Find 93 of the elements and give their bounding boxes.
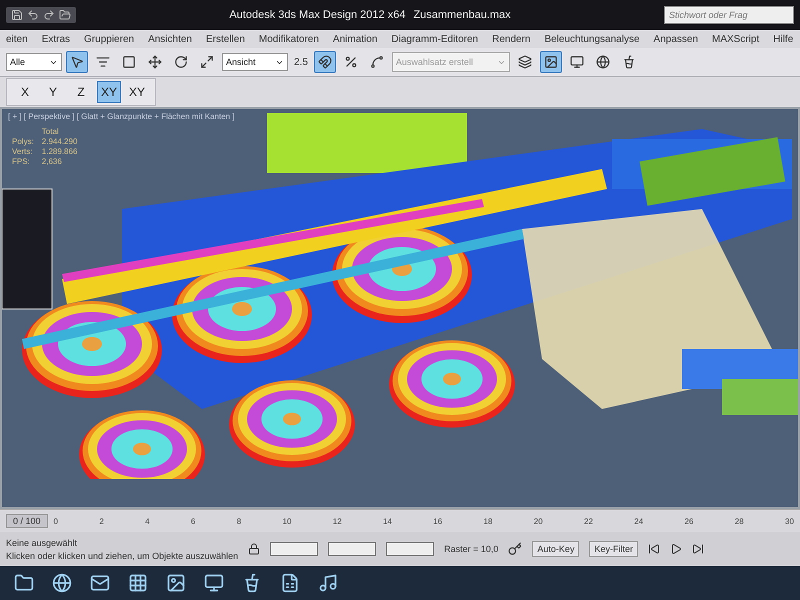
prompt-text: Klicken oder klicken und ziehen, um Objekte auszuwählen <box>6 550 238 560</box>
timeline-tick: 16 <box>433 516 442 526</box>
globe-icon[interactable] <box>52 573 72 593</box>
timeline-tick: 0 <box>54 516 58 526</box>
image-icon[interactable] <box>166 573 186 593</box>
spreadsheet-icon[interactable] <box>280 573 300 593</box>
axis-button[interactable]: XY <box>125 81 149 103</box>
rotate-icon <box>174 55 188 69</box>
stat-value: 2.944.290 <box>42 137 78 146</box>
selection-filter-dropdown[interactable]: Alle <box>6 53 62 71</box>
menu-item[interactable]: Hilfe <box>773 34 794 44</box>
stat-label: FPS: <box>12 157 31 166</box>
monitor-icon[interactable] <box>204 573 224 593</box>
curve-icon <box>370 55 384 69</box>
stat-label: Verts: <box>12 147 34 156</box>
timeline-tick: 2 <box>99 516 104 526</box>
selection-status: Keine ausgewählt <box>6 538 78 548</box>
reference-coordinate-dropdown[interactable]: Ansicht <box>222 53 288 71</box>
grid-icon[interactable] <box>128 573 148 593</box>
magnet-icon <box>318 55 332 69</box>
layers-icon <box>518 55 532 69</box>
mail-icon[interactable] <box>90 573 110 593</box>
tool-button[interactable] <box>314 51 336 73</box>
timeline-tick: 14 <box>383 516 392 526</box>
pointer-icon <box>70 55 84 69</box>
grid-size: Raster = 10,0 <box>444 544 498 554</box>
menu-item[interactable]: Beleuchtungsanalyse <box>544 34 640 44</box>
menu-item[interactable]: MAXScript <box>712 34 760 44</box>
tool-button[interactable] <box>540 51 562 73</box>
timeline-tick: 26 <box>684 516 694 526</box>
z-coordinate-field[interactable] <box>386 542 434 556</box>
monitor-icon <box>570 55 584 69</box>
redo-icon[interactable] <box>43 9 55 21</box>
menu-item[interactable]: Animation <box>332 34 378 44</box>
timeline-tick: 30 <box>785 516 794 526</box>
timeline-tick: 22 <box>584 516 593 526</box>
skip-back-icon[interactable] <box>648 543 660 555</box>
timeline-tick: 24 <box>634 516 644 526</box>
folder-icon[interactable] <box>14 573 34 593</box>
axis-button[interactable]: XY <box>97 81 121 103</box>
stat-value: 2,636 <box>42 157 63 166</box>
timeline-tick: 20 <box>534 516 543 526</box>
key-icon <box>508 542 522 556</box>
key-filter-button[interactable]: Key-Filter <box>589 541 638 557</box>
timeline-tick: 10 <box>282 516 292 526</box>
folder-icon[interactable] <box>59 9 71 21</box>
save-icon[interactable] <box>11 9 23 21</box>
filter-icon <box>96 55 110 69</box>
timeline-tick: 18 <box>484 516 492 526</box>
lock-icon[interactable] <box>248 543 260 555</box>
undo-icon[interactable] <box>27 9 39 21</box>
tool-button[interactable] <box>66 51 88 73</box>
menu-item[interactable]: Extras <box>42 34 70 44</box>
menu-item[interactable]: Gruppieren <box>84 34 134 44</box>
menu-item[interactable]: Diagramm-Editoren <box>391 34 478 44</box>
axis-button[interactable]: Y <box>41 81 65 103</box>
stats-title: Total <box>42 127 60 136</box>
globe-icon <box>596 55 610 69</box>
snap-toggle[interactable]: 2.5 <box>292 51 310 73</box>
axis-button[interactable]: Z <box>69 81 93 103</box>
timeline-tick: 8 <box>236 516 242 526</box>
menu-item[interactable]: Modifikatoren <box>258 34 319 44</box>
window-title: Autodesk 3ds Max Design 2012 x64 <box>229 9 406 21</box>
frame-counter[interactable]: 0 / 100 <box>6 514 48 528</box>
timeline-tick: 6 <box>190 516 196 526</box>
menu-item[interactable]: Rendern <box>492 34 530 44</box>
timeline-tick: 12 <box>332 516 342 526</box>
scale-icon <box>200 55 214 69</box>
file-name: Zusammenbau.max <box>413 9 511 21</box>
skip-forward-icon[interactable] <box>692 543 704 555</box>
play-icon[interactable] <box>670 543 682 555</box>
y-coordinate-field[interactable] <box>328 542 376 556</box>
cup-icon <box>622 55 636 69</box>
viewport-label[interactable]: [ + ] [ Perspektive ] [ Glatt + Glanzpunkte + Flächen mit Kanten ] <box>8 112 235 121</box>
menu-item[interactable]: eiten <box>6 34 28 44</box>
image-icon <box>544 55 558 69</box>
viewport[interactable]: [ + ] [ Perspektive ] [ Glatt + Glanzpunkte + Flächen mit Kanten ] Total Polys: 2.944.290 Verts: 1.289.866 FPS: 2,636 <box>0 107 800 509</box>
percent-icon <box>344 55 358 69</box>
music-icon[interactable] <box>318 573 338 593</box>
search-field[interactable]: Stichwort oder Frag <box>664 6 794 24</box>
move-icon <box>148 55 162 69</box>
menu-item[interactable]: Anpassen <box>654 34 698 44</box>
menu-item[interactable]: Erstellen <box>206 34 245 44</box>
menu-item[interactable]: Ansichten <box>148 34 192 44</box>
timeline-tick: 28 <box>734 516 744 526</box>
timeline[interactable]: 0 / 100 0 2 4 6 8 10 12 14 16 18 20 22 24 26 28 30 <box>0 509 800 532</box>
axis-button[interactable]: X <box>13 81 37 103</box>
stat-label: Polys: <box>12 137 34 146</box>
auto-key-button[interactable]: Auto-Key <box>532 541 580 557</box>
stat-value: 1.289.866 <box>42 147 78 156</box>
square-icon <box>122 55 136 69</box>
x-coordinate-field[interactable] <box>270 542 318 556</box>
timeline-tick: 4 <box>145 516 150 526</box>
